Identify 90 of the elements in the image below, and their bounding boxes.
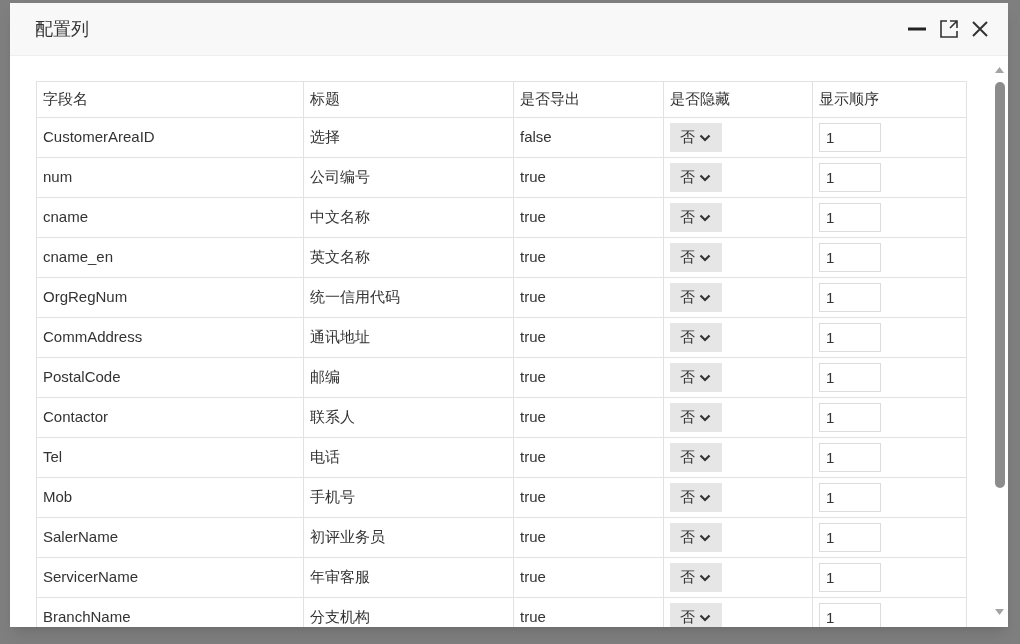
column-header: 字段名 [43,89,88,110]
order-input[interactable]: 1 [819,123,881,152]
order-input[interactable]: 1 [819,323,881,352]
order-input[interactable]: 1 [819,363,881,392]
table-cell-text: BranchName [43,607,131,627]
hidden-select[interactable]: 否 [670,563,722,592]
table-cell-text: 中文名称 [310,207,370,228]
table-cell-text: cname_en [43,247,114,268]
order-input[interactable]: 1 [819,523,881,552]
chevron-down-icon [699,453,711,462]
table-cell-text: true [520,527,546,548]
order-input[interactable]: 1 [819,443,881,472]
table-cell-text: 初评业务员 [310,527,385,548]
table-cell-text: true [520,167,546,188]
hidden-select[interactable]: 否 [670,483,722,512]
table-cell-text: true [520,327,546,348]
hidden-select[interactable]: 否 [670,603,722,627]
order-input[interactable]: 1 [819,243,881,272]
table-cell-text: true [520,447,546,468]
chevron-down-icon [699,173,711,182]
chevron-down-icon [699,493,711,502]
scrollbar-thumb[interactable] [994,82,1005,488]
table-cell-text: true [520,487,546,508]
hidden-select[interactable]: 否 [670,123,722,152]
order-input[interactable]: 1 [819,203,881,232]
hidden-select[interactable]: 否 [670,323,722,352]
hidden-select[interactable]: 否 [670,523,722,552]
order-input[interactable]: 1 [819,563,881,592]
chevron-down-icon [699,293,711,302]
table-cell-text: cname [43,207,89,228]
hidden-select[interactable]: 否 [670,403,722,432]
table-cell-text: PostalCode [43,367,121,388]
table-cell-text: OrgRegNum [43,287,128,308]
chevron-down-icon [699,413,711,422]
chevron-down-icon [699,213,711,222]
chevron-down-icon [699,333,711,342]
order-input[interactable]: 1 [819,603,881,627]
chevron-down-icon [699,533,711,542]
table-cell-text: true [520,207,546,228]
column-header: 是否隐藏 [670,89,730,110]
table-cell-text: CommAddress [43,327,143,348]
hidden-select[interactable]: 否 [670,443,722,472]
column-header: 是否导出 [520,89,580,110]
table-cell-text: 通讯地址 [310,327,370,348]
table-cell-text: true [520,407,546,428]
table-cell-text: ServicerName [43,567,139,588]
column-header: 显示顺序 [819,89,879,110]
order-input[interactable]: 1 [819,483,881,512]
table-cell-text: true [520,367,546,388]
hidden-select[interactable]: 否 [670,363,722,392]
table-cell-text: 年审客服 [310,567,370,588]
scroll-down-icon[interactable] [995,609,1004,615]
chevron-down-icon [699,373,711,382]
table-cell-text: Contactor [43,407,109,428]
table-cell-text: true [520,247,546,268]
table-cell-text: 公司编号 [310,167,370,188]
table-cell-text: true [520,287,546,308]
table-cell-text: SalerName [43,527,119,548]
order-input[interactable]: 1 [819,283,881,312]
chevron-down-icon [699,613,711,622]
table-cell-text: 电话 [310,447,340,468]
table-cell-text: false [520,127,552,148]
table-cell-text: 选择 [310,127,340,148]
table-cell-text: CustomerAreaID [43,127,155,148]
minimize-icon[interactable] [908,27,926,31]
table-cell-text: 邮编 [310,367,340,388]
table-cell-text: num [43,167,73,188]
column-header: 标题 [310,89,340,110]
dialog-title: 配置列 [35,17,89,41]
table-cell-text: true [520,607,546,627]
table-cell-text: 联系人 [310,407,355,428]
table-cell-text: 手机号 [310,487,355,508]
close-icon[interactable] [972,21,988,37]
order-input[interactable]: 1 [819,163,881,192]
hidden-select[interactable]: 否 [670,283,722,312]
chevron-down-icon [699,573,711,582]
chevron-down-icon [699,133,711,142]
hidden-select[interactable]: 否 [670,243,722,272]
maximize-icon[interactable] [940,20,958,38]
chevron-down-icon [699,253,711,262]
scroll-up-icon[interactable] [995,67,1004,73]
table-cell-text: true [520,567,546,588]
hidden-select[interactable]: 否 [670,203,722,232]
table-cell-text: Mob [43,487,73,508]
order-input[interactable]: 1 [819,403,881,432]
table-cell-text: 分支机构 [310,607,370,627]
hidden-select[interactable]: 否 [670,163,722,192]
table-cell-text: 统一信用代码 [310,287,400,308]
table-cell-text: Tel [43,447,63,468]
table-cell-text: 英文名称 [310,247,370,268]
